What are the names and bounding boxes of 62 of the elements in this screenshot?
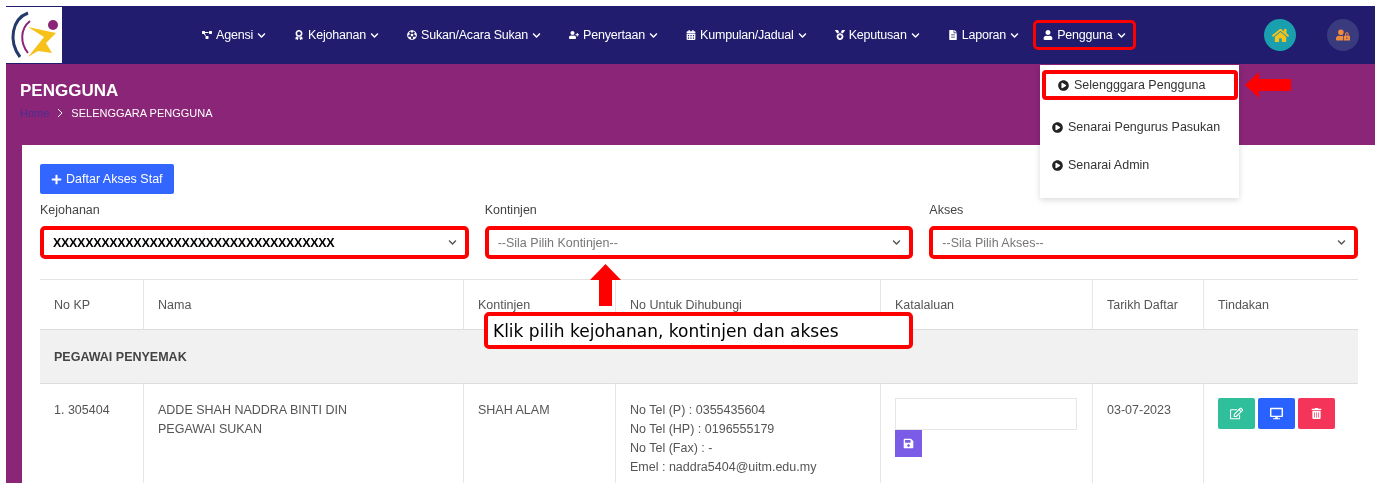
- save-icon: [903, 438, 914, 449]
- chevron-icon: [892, 238, 902, 247]
- edit-icon: [1230, 407, 1243, 420]
- chevron-icon: [910, 30, 920, 40]
- contact-line: No Tel (P) : 0355435604: [630, 402, 767, 419]
- dropdown-item[interactable]: Selengggara Pengguna: [1042, 70, 1238, 100]
- network-icon: [202, 30, 212, 40]
- nav-menu-item[interactable]: Kejohanan: [284, 20, 389, 50]
- chevron-icon: [257, 30, 267, 40]
- nav-menu-item[interactable]: Agensi: [192, 20, 277, 50]
- contact-line: No Tel (HP) : 0196555179: [630, 421, 776, 438]
- plus-icon: [51, 173, 62, 185]
- chevron-icon: [797, 30, 807, 40]
- view-button[interactable]: [1258, 398, 1295, 429]
- add-staff-button[interactable]: Daftar Akses Staf: [40, 164, 174, 194]
- field-label: Kontinjen: [484, 203, 538, 217]
- chevron-icon: [1116, 30, 1126, 40]
- user-icon: [1043, 30, 1054, 40]
- select-field[interactable]: XXXXXXXXXXXXXXXXXXXXXXXXXXXXXXXXXXX: [40, 226, 469, 259]
- delete-button[interactable]: [1298, 398, 1335, 429]
- chevron-icon: [1010, 30, 1020, 40]
- dropdown-item[interactable]: Senarai Pengurus Pasukan: [1040, 108, 1239, 146]
- select-field[interactable]: --Sila Pilih Kontinjen--: [484, 226, 914, 259]
- nav-menu-item[interactable]: Pengguna: [1033, 20, 1136, 50]
- field-label: Akses: [929, 203, 965, 217]
- table-cell-text: PEGAWAI SUKAN: [158, 421, 263, 438]
- chevron-right-icon: [57, 108, 64, 118]
- monitor-icon: [1270, 407, 1283, 420]
- nav-menu-item[interactable]: Sukan/Acara Sukan: [397, 20, 552, 50]
- medal-icon: [834, 30, 845, 40]
- nav-menu-item[interactable]: Keputusan: [824, 20, 930, 50]
- user-lock-avatar-icon[interactable]: [1327, 19, 1359, 51]
- table-cell: 1. 305404: [40, 383, 143, 483]
- dropdown-item[interactable]: Senarai Admin: [1040, 146, 1239, 184]
- chevron-icon: [1337, 238, 1346, 247]
- calendar-icon: [686, 30, 697, 40]
- table-cell: 03-07-2023: [1092, 383, 1203, 483]
- table-cell-text: ADDE SHAH NADDRA BINTI DIN: [158, 402, 348, 419]
- nav-menu-item[interactable]: Laporan: [937, 20, 1030, 50]
- contact-line: No Tel (Fax) : -: [630, 440, 714, 457]
- page-title: PENGGUNA: [20, 81, 119, 101]
- table-cell: SHAH ALAM: [463, 383, 615, 483]
- save-button[interactable]: [895, 430, 922, 457]
- select-field[interactable]: --Sila Pilih Akses--: [929, 226, 1358, 259]
- password-field[interactable]: [895, 398, 1077, 430]
- arrow-left-annotation: [1245, 72, 1291, 98]
- nav-menu-item[interactable]: Kumpulan/Jadual: [676, 20, 817, 50]
- chevron-icon: [447, 238, 457, 247]
- arrow-up-annotation: [590, 264, 621, 306]
- document-icon: [947, 30, 958, 40]
- home-avatar-icon[interactable]: [1264, 19, 1296, 51]
- user-plus-icon: [569, 30, 580, 40]
- nav-menu-item[interactable]: Penyertaan: [559, 20, 669, 50]
- award-icon: [294, 30, 305, 40]
- contact-line: Emel : naddra5404@uitm.edu.my: [630, 459, 818, 476]
- breadcrumb-current: SELENGGARA PENGGUNA: [71, 107, 213, 119]
- annotation-callout: Klik pilih kejohanan, kontinjen dan akses: [484, 312, 913, 349]
- trash-icon: [1311, 408, 1322, 419]
- chevron-icon: [649, 30, 659, 40]
- field-label: Kejohanan: [40, 203, 101, 217]
- chevron-icon: [370, 30, 379, 40]
- chevron-icon: [532, 30, 542, 40]
